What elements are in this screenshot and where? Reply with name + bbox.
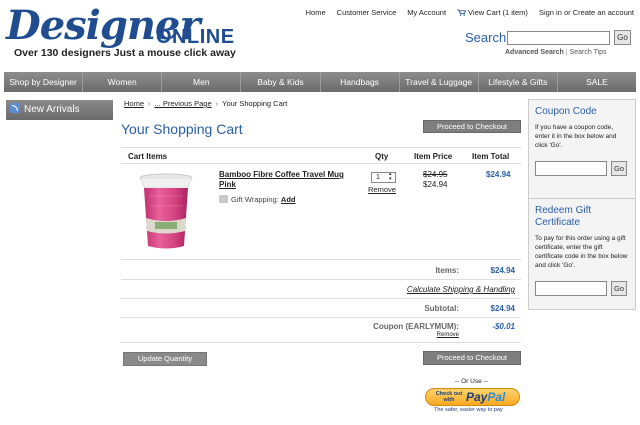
summary-subtotal-row: Subtotal: $24.94 [121, 299, 521, 318]
new-arrivals-label: New Arrivals [24, 104, 80, 115]
category-travel-luggage[interactable]: Travel & Luggage [400, 72, 479, 92]
item-total: $24.94 [486, 170, 511, 179]
coupon-go-button[interactable]: Go [611, 161, 627, 176]
coupon-remove-link[interactable]: Remove [437, 332, 459, 338]
coupon-code-box: Coupon Code If you have a coupon code, e… [528, 99, 636, 210]
category-handbags[interactable]: Handbags [321, 72, 400, 92]
summary-items-label: Items: [435, 266, 459, 275]
category-nav: Shop by Designer Women Men Baby & Kids H… [4, 72, 636, 92]
category-shop-by-designer[interactable]: Shop by Designer [4, 72, 84, 92]
category-baby-kids[interactable]: Baby & Kids [241, 72, 321, 92]
summary-subtotal-value: $24.94 [490, 304, 515, 313]
advanced-search-link[interactable]: Advanced Search [505, 49, 564, 56]
remove-item-link[interactable]: Remove [368, 185, 396, 194]
search-label: Search [465, 30, 507, 45]
search-go-button[interactable]: Go [614, 30, 631, 45]
nav-sign-in-link[interactable]: Sign in or Create an account [539, 8, 634, 17]
gift-wrapping-add-link[interactable]: Add [281, 195, 296, 204]
update-quantity-button[interactable]: Update Quantity [123, 352, 207, 366]
gift-certificate-input[interactable] [535, 281, 607, 296]
summary-shipping-row: Calculate Shipping & Handling [121, 280, 521, 299]
product-name-link[interactable]: Bamboo Fibre Coffee Travel Mug Pink [219, 170, 359, 190]
gift-certificate-go-button[interactable]: Go [611, 281, 627, 296]
search-tips-link[interactable]: Search Tips [570, 49, 607, 56]
breadcrumb-previous[interactable]: ... Previous Page [155, 99, 212, 108]
summary-coupon-value: -$0.01 [492, 322, 515, 331]
paypal-logo-pay: Pay [466, 390, 488, 404]
item-price-original: $24.95 [423, 170, 448, 179]
category-women[interactable]: Women [83, 72, 163, 92]
logo-suffix: ONLINE [156, 26, 235, 48]
search-input[interactable] [507, 31, 610, 45]
product-image[interactable] [127, 168, 205, 254]
calculate-shipping-link[interactable]: Calculate Shipping & Handling [407, 285, 515, 294]
rss-icon [10, 103, 20, 113]
sidebar-new-arrivals[interactable]: New Arrivals [6, 100, 113, 120]
or-use-label: -- Or Use -- [455, 378, 488, 385]
gift-certificate-box: Redeem Gift Certificate To pay for this … [528, 198, 636, 310]
breadcrumb-current: Your Shopping Cart [222, 99, 288, 108]
gift-wrapping: Gift Wrapping: Add [219, 195, 296, 204]
col-item-price: Item Price [414, 152, 453, 161]
logo-tagline: Over 130 designers Just a mouse click aw… [14, 47, 236, 59]
summary-subtotal-label: Subtotal: [424, 304, 459, 313]
paypal-logo: PayPal [466, 390, 505, 404]
coupon-code-text: If you have a coupon code, enter it in t… [535, 124, 617, 149]
item-price-current: $24.94 [423, 180, 448, 189]
gift-certificate-title: Redeem Gift Certificate [535, 205, 592, 228]
paypal-check-out-label: Check out with [435, 391, 463, 403]
coupon-code-input[interactable] [535, 161, 607, 176]
col-cart-items: Cart Items [128, 152, 168, 161]
coupon-code-title: Coupon Code [535, 106, 597, 117]
site-logo[interactable]: Designer ONLINE Over 130 designers Just … [6, 2, 236, 64]
cart-item-row: Bamboo Fibre Coffee Travel Mug Pink Gift… [121, 164, 521, 260]
search-links-separator: | [565, 49, 568, 56]
gift-wrapping-label: Gift Wrapping: [231, 195, 279, 204]
col-qty: Qty [375, 152, 389, 161]
view-cart-label: View Cart (1 item) [468, 8, 528, 17]
cart-icon [457, 9, 467, 16]
gift-certificate-text: To pay for this order using a gift certi… [535, 235, 628, 269]
gift-tag-icon [219, 195, 228, 203]
proceed-to-checkout-button-top[interactable]: Proceed to Checkout [423, 120, 521, 133]
col-item-total: Item Total [472, 152, 510, 161]
summary-coupon-label: Coupon (EARLYMUM): [373, 322, 459, 331]
breadcrumb-separator: › [215, 99, 219, 108]
quantity-select[interactable]: 1 [371, 172, 396, 183]
cropped-text-below [424, 421, 524, 425]
nav-my-account-link[interactable]: My Account [407, 8, 446, 17]
nav-view-cart-link[interactable]: View Cart (1 item) [457, 8, 528, 17]
proceed-to-checkout-button-bottom[interactable]: Proceed to Checkout [423, 351, 521, 365]
breadcrumb: Home ›... Previous Page › Your Shopping Car… [124, 99, 287, 108]
category-sale[interactable]: SALE [558, 72, 636, 92]
cart-table-header: Cart Items Qty Item Price Item Total [121, 147, 521, 164]
top-nav: Home Customer Service My Account View Ca… [306, 8, 634, 17]
summary-coupon-row: Coupon (EARLYMUM): Remove -$0.01 [121, 318, 521, 343]
category-lifestyle-gifts[interactable]: Lifestyle & Gifts [479, 72, 558, 92]
search-links: Advanced Search | Search Tips [505, 49, 607, 56]
nav-customer-service-link[interactable]: Customer Service [337, 8, 397, 17]
breadcrumb-separator: › [148, 99, 151, 108]
paypal-logo-pal: Pal [487, 390, 506, 404]
category-men[interactable]: Men [162, 72, 242, 92]
paypal-tagline: The safer, easier way to pay [434, 407, 503, 413]
nav-home-link[interactable]: Home [306, 8, 326, 17]
summary-items-value: $24.94 [490, 266, 515, 275]
paypal-checkout-button[interactable]: Check out with PayPal [425, 388, 520, 406]
page-title: Your Shopping Cart [121, 121, 243, 137]
summary-items-row: Items: $24.94 [121, 261, 521, 280]
breadcrumb-home[interactable]: Home [124, 99, 144, 108]
